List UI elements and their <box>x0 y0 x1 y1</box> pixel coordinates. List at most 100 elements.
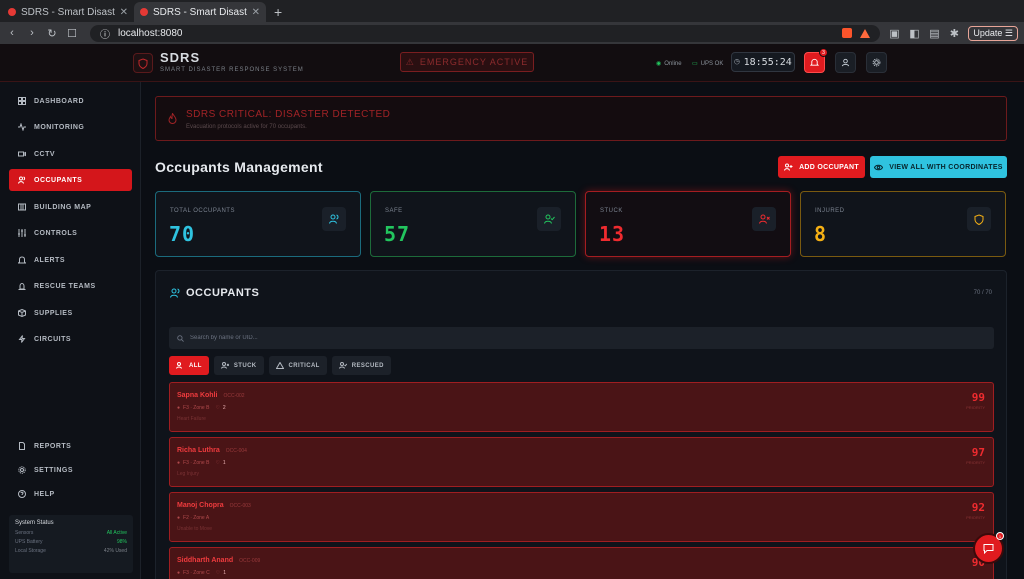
settings-button[interactable] <box>866 52 887 73</box>
sidebar-item-rescue-teams[interactable]: RESCUE TEAMS <box>9 275 132 297</box>
occupant-row[interactable]: Manoj Chopra OCC-003 ● F2 · Zone A Unable … <box>169 492 994 542</box>
tab-title: SDRS - Smart Disaster Re <box>153 6 247 18</box>
stat-value: 13 <box>599 222 626 246</box>
main-content: SDRS CRITICAL: DISASTER DETECTED Evacuat… <box>141 82 1024 579</box>
occupant-status: Unable to Move <box>177 526 213 532</box>
app-header: SDRS SMART DISASTER RESPONSE SYSTEM ⚠ EM… <box>0 44 1024 82</box>
sidebar-item-label: CIRCUITS <box>34 335 72 343</box>
address-bar[interactable]: ⓘ localhost:8080 <box>90 24 881 42</box>
stat-label: TOTAL OCCUPANTS <box>170 208 235 214</box>
occupant-name: Siddharth Anand <box>177 557 234 564</box>
stat-label: STUCK <box>600 208 623 214</box>
url-text: localhost:8080 <box>118 27 183 39</box>
system-status-panel: System Status Sensors All Active UPS Batt… <box>9 515 133 573</box>
occupant-heart-count: 1 <box>222 460 226 466</box>
users-icon <box>18 176 26 184</box>
sidebar-item-alerts[interactable]: ALERTS <box>9 249 132 271</box>
filter-label: ALL <box>189 362 202 369</box>
priority-label: PRIORITY <box>966 460 985 465</box>
screenshot-icon[interactable]: ▣ <box>888 27 900 40</box>
notifications-button[interactable]: 3 <box>804 48 828 73</box>
filter-label: RESCUED <box>351 362 384 369</box>
sidebar-item-building-map[interactable]: BUILDING MAP <box>9 196 132 218</box>
search-box[interactable] <box>169 327 994 349</box>
sidebar-item-label: DASHBOARD <box>34 97 84 105</box>
sidebar-item-dashboard[interactable]: DASHBOARD <box>9 90 132 112</box>
filter-label: STUCK <box>233 362 257 369</box>
update-label: Update <box>973 27 1003 38</box>
bell-icon <box>810 58 819 66</box>
forward-icon[interactable]: › <box>26 27 38 39</box>
rewards-icon[interactable] <box>860 28 871 38</box>
sidebar-item-controls[interactable]: CONTROLS <box>9 222 132 244</box>
sidebar-item-circuits[interactable]: CIRCUITS <box>9 328 132 350</box>
gear-icon <box>872 58 881 67</box>
back-icon[interactable]: ‹ <box>6 27 18 39</box>
sidebar-item-help[interactable]: HELP <box>9 483 132 505</box>
stat-card-injured: INJURED 8 <box>800 191 1006 257</box>
warning-icon <box>275 362 284 369</box>
shield-logo-icon <box>133 53 153 73</box>
flame-icon <box>168 113 177 124</box>
profile-button[interactable] <box>835 52 856 73</box>
occupant-row[interactable]: Siddharth Anand OCC-009 ● F3 · Zone C ♡ 1 90 <box>169 547 994 579</box>
page-title: Occupants Management <box>155 159 323 175</box>
occupant-priority: 99 <box>971 391 985 404</box>
package-icon <box>18 309 26 317</box>
wallet-icon[interactable]: ▤ <box>928 27 940 40</box>
sidebar-icon[interactable]: ◧ <box>908 27 920 40</box>
update-button[interactable]: Update ☰ <box>968 25 1018 41</box>
clock: ◷ 18:55:24 <box>731 52 795 72</box>
bookmark-icon[interactable]: ☐ <box>66 27 78 40</box>
close-tab-icon[interactable]: ✕ <box>252 7 260 18</box>
sidebar-item-label: CCTV <box>34 150 56 158</box>
add-occupant-button[interactable]: ADD OCCUPANT <box>778 156 865 178</box>
extensions-icon[interactable]: ✱ <box>948 27 960 40</box>
ups-label: UPS OK <box>700 60 724 67</box>
new-tab-icon[interactable]: + <box>266 4 290 22</box>
sidebar-item-label: SUPPLIES <box>34 309 73 317</box>
sidebar-item-label: RESCUE TEAMS <box>34 282 96 290</box>
siren-icon <box>18 282 26 290</box>
search-input[interactable] <box>190 335 490 341</box>
battery-icon: ▭ <box>692 61 698 67</box>
stat-value: 8 <box>814 222 828 246</box>
browser-tab-1[interactable]: SDRS - Smart Disaster Respo ✕ <box>2 2 134 22</box>
filter-stuck[interactable]: STUCK <box>213 356 264 375</box>
emergency-badge: ⚠ EMERGENCY ACTIVE <box>400 52 534 72</box>
status-key: Sensors <box>15 530 34 536</box>
critical-alert-banner: SDRS CRITICAL: DISASTER DETECTED Evacuat… <box>155 96 1007 141</box>
sidebar-item-cctv[interactable]: CCTV <box>9 143 132 165</box>
sidebar-item-reports[interactable]: REPORTS <box>9 435 132 457</box>
close-tab-icon[interactable]: ✕ <box>120 7 128 18</box>
grid-icon <box>18 97 26 105</box>
filter-rescued[interactable]: RESCUED <box>331 356 391 375</box>
sidebar-item-monitoring[interactable]: MONITORING <box>9 116 132 138</box>
filter-all[interactable]: ALL <box>169 356 209 375</box>
shields-icon[interactable] <box>842 28 853 38</box>
filter-critical[interactable]: CRITICAL <box>268 356 327 375</box>
sidebar-item-label: HELP <box>34 490 55 498</box>
chat-button[interactable]: 1 <box>973 532 1004 564</box>
bell-icon <box>18 256 26 264</box>
occupant-row[interactable]: Richa Luthra OCC-004 ● F3 · Zone B ♡ 1 Leg I… <box>169 437 994 487</box>
sidebar-item-label: OCCUPANTS <box>34 176 83 184</box>
user-x-icon <box>752 207 776 231</box>
sidebar-item-supplies[interactable]: SUPPLIES <box>9 302 132 324</box>
sidebar-item-occupants[interactable]: OCCUPANTS <box>9 169 132 191</box>
browser-tab-2[interactable]: SDRS - Smart Disaster Re ✕ <box>134 2 266 22</box>
online-indicator: ◉ Online <box>656 60 682 68</box>
priority-label: PRIORITY <box>966 515 985 520</box>
reload-icon[interactable]: ↻ <box>46 27 58 40</box>
occupant-count: 70 / 70 <box>973 290 992 296</box>
occupant-row[interactable]: Sapna Kohli OCC-002 ● F3 · Zone B ♡ 2 Heart … <box>169 382 994 432</box>
notification-count: 3 <box>819 48 828 57</box>
pin-icon: ● <box>177 515 181 521</box>
emergency-label: EMERGENCY ACTIVE <box>419 57 529 67</box>
stat-label: SAFE <box>385 208 403 214</box>
sidebar-item-settings[interactable]: SETTINGS <box>9 459 132 481</box>
heart-icon: ♡ <box>215 405 220 411</box>
site-info-icon[interactable]: ⓘ <box>100 26 110 41</box>
stat-label: INJURED <box>815 208 845 214</box>
view-all-coordinates-button[interactable]: VIEW ALL WITH COORDINATES <box>870 156 1007 178</box>
